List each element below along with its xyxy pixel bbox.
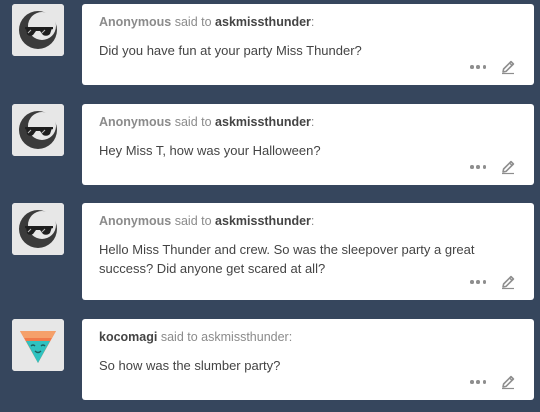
more-dots-icon[interactable]: [470, 375, 486, 389]
pencil-icon[interactable]: [500, 274, 516, 290]
ask-question: Hey Miss T, how was your Halloween?: [99, 143, 321, 158]
recipient-name[interactable]: askmissthunder: [215, 15, 311, 29]
ask-card: Anonymous said to askmissthunder: Hello …: [82, 203, 534, 300]
cone-triangle-avatar-icon: [12, 319, 64, 371]
anonymous-sunglasses-icon: [12, 104, 64, 156]
header-colon: :: [310, 115, 315, 129]
ask-question: Hello Miss Thunder and crew. So was the …: [99, 242, 475, 276]
anonymous-avatar[interactable]: [12, 4, 64, 56]
anonymous-sunglasses-icon: [12, 4, 64, 56]
pencil-icon[interactable]: [500, 374, 516, 390]
said-to-text: said to: [174, 115, 212, 129]
recipient-name[interactable]: askmissthunder: [201, 330, 289, 344]
ask-actions: [470, 59, 516, 75]
pencil-icon[interactable]: [500, 159, 516, 175]
ask-card: Anonymous said to askmissthunder: Hey Mi…: [82, 104, 534, 185]
said-to-text: said to: [160, 330, 198, 344]
said-to-text: said to: [174, 214, 212, 228]
recipient-name[interactable]: askmissthunder: [215, 214, 311, 228]
ask-header: Anonymous said to askmissthunder:: [99, 15, 314, 29]
asker-name[interactable]: kocomagi: [99, 330, 157, 344]
anonymous-avatar[interactable]: [12, 203, 64, 255]
header-colon: :: [288, 330, 293, 344]
ask-card: kocomagi said to askmissthunder: So how …: [82, 319, 534, 400]
ask-question: Did you have fun at your party Miss Thun…: [99, 43, 362, 58]
ask-header: kocomagi said to askmissthunder:: [99, 330, 292, 344]
more-dots-icon[interactable]: [470, 60, 486, 74]
ask-actions: [470, 374, 516, 390]
ask-card: Anonymous said to askmissthunder: Did yo…: [82, 4, 534, 85]
ask-actions: [470, 159, 516, 175]
pencil-icon[interactable]: [500, 59, 516, 75]
more-dots-icon[interactable]: [470, 275, 486, 289]
header-colon: :: [310, 214, 315, 228]
anonymous-sunglasses-icon: [12, 203, 64, 255]
asker-name[interactable]: Anonymous: [99, 15, 171, 29]
recipient-name[interactable]: askmissthunder: [215, 115, 311, 129]
anonymous-avatar[interactable]: [12, 104, 64, 156]
said-to-text: said to: [174, 15, 212, 29]
header-colon: :: [310, 15, 315, 29]
asker-name[interactable]: Anonymous: [99, 214, 171, 228]
ask-actions: [470, 274, 516, 290]
ask-question: So how was the slumber party?: [99, 358, 281, 373]
ask-header: Anonymous said to askmissthunder:: [99, 115, 314, 129]
more-dots-icon[interactable]: [470, 160, 486, 174]
asker-name[interactable]: Anonymous: [99, 115, 171, 129]
kocomagi-avatar[interactable]: [12, 319, 64, 371]
ask-header: Anonymous said to askmissthunder:: [99, 214, 314, 228]
